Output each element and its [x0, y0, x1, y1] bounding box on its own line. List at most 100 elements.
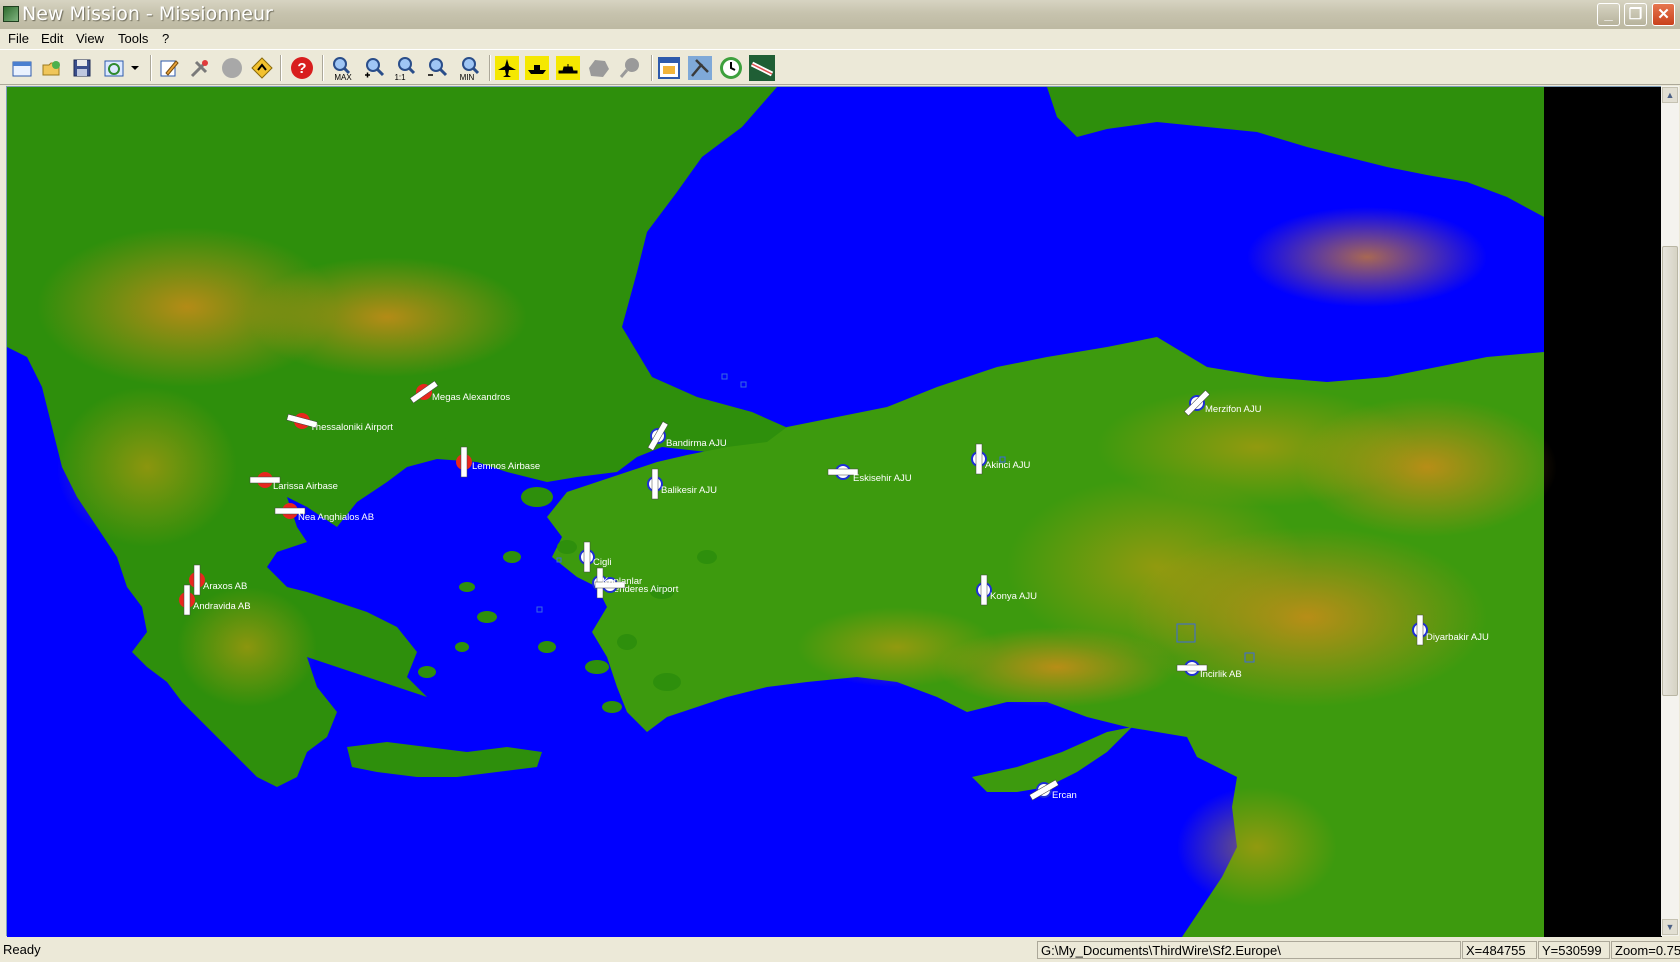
svg-text:?: ? [297, 60, 306, 77]
scroll-up-button[interactable]: ▲ [1662, 87, 1678, 103]
airbase-label: Akinci AJU [985, 460, 1031, 471]
zoom-min-button[interactable]: MIN [455, 55, 481, 81]
map-edge [1544, 87, 1662, 937]
waypoint-button[interactable] [249, 55, 275, 81]
runway-icon [980, 574, 988, 606]
status-x-coordinate: X=484755 [1462, 941, 1537, 959]
airbase-label: Larissa Airbase [273, 481, 338, 492]
ground-unit-button[interactable] [555, 55, 581, 81]
airbase-label: Araxos AB [203, 581, 247, 592]
edit-mission-button[interactable] [156, 55, 182, 81]
zoom-in-button[interactable] [362, 55, 388, 81]
refresh-button[interactable] [101, 55, 127, 81]
dropdown-arrow-icon [131, 66, 139, 70]
aircraft-button[interactable] [494, 55, 520, 81]
menu-edit[interactable]: Edit [41, 31, 63, 46]
open-button[interactable] [39, 55, 65, 81]
airbase-label: Bandirma AJU [666, 438, 727, 449]
status-path: G:\My_Documents\ThirdWire\Sf2.Europe\ [1037, 941, 1461, 959]
close-button[interactable]: ✕ [1652, 3, 1675, 26]
airbase-label: Eskisehir AJU [853, 473, 912, 484]
zoom-min-icon: MIN [460, 57, 480, 81]
help-icon: ? [291, 57, 313, 79]
ground-unit-icon [556, 56, 580, 80]
airbase-label: Merzifon AJU [1205, 404, 1262, 415]
status-y-coordinate: Y=530599 [1538, 941, 1610, 959]
svg-text:1:1: 1:1 [394, 73, 406, 81]
runway-icon [193, 564, 201, 596]
maximize-button[interactable]: ❐ [1624, 3, 1647, 26]
terrain-map[interactable]: Megas Alexandros Thessaloniki Airport Lemn… [7, 87, 1662, 937]
refresh-icon [104, 60, 124, 77]
chevron-up-icon: ▲ [1665, 90, 1675, 100]
title-bar[interactable]: New Mission - Missionneur _ ❐ ✕ [0, 0, 1680, 29]
status-ready: Ready [3, 942, 41, 957]
terrain-icon [749, 55, 775, 81]
weather-button[interactable] [687, 55, 713, 81]
help-button[interactable]: ? [289, 55, 315, 81]
save-disk-icon [73, 59, 91, 77]
minimize-button[interactable]: _ [1597, 3, 1620, 26]
aircraft-icon [495, 56, 519, 80]
zoom-out-button[interactable] [425, 55, 451, 81]
save-button[interactable] [69, 55, 95, 81]
settings-button[interactable] [187, 55, 213, 81]
scroll-thumb[interactable] [1662, 246, 1678, 696]
menu-file[interactable]: File [8, 31, 29, 46]
zoom-max-button[interactable]: MAX [330, 55, 356, 81]
airbase-label: Cigli [593, 557, 611, 568]
clock-icon [720, 57, 742, 79]
weather-icon [688, 56, 712, 80]
menu-tools[interactable]: Tools [118, 31, 148, 46]
svg-text:MIN: MIN [460, 73, 475, 81]
app-icon[interactable] [3, 6, 19, 22]
runway-icon [460, 446, 468, 478]
scroll-down-button[interactable]: ▼ [1662, 919, 1678, 935]
airbase-label: Andravida AB [193, 601, 251, 612]
briefing-button[interactable] [656, 55, 682, 81]
ship-button[interactable] [524, 55, 550, 81]
vertical-scrollbar[interactable]: ▲ ▼ [1661, 86, 1679, 936]
airbase-label: Thessaloniki Airport [310, 422, 393, 433]
airbase-label: Megas Alexandros [432, 392, 510, 403]
runway-icon [183, 584, 191, 616]
airbase-label: Ercan [1052, 790, 1077, 801]
refresh-dropdown[interactable] [128, 55, 142, 81]
chevron-down-icon: ▼ [1665, 922, 1675, 932]
zoom-1-1-button[interactable]: 1:1 [393, 55, 419, 81]
map-view[interactable]: Megas Alexandros Thessaloniki Airport Lemn… [6, 86, 1662, 937]
time-button[interactable] [718, 55, 744, 81]
menu-help[interactable]: ? [162, 31, 169, 46]
menu-bar: File Edit View Tools ? [0, 29, 1680, 49]
menu-view[interactable]: View [76, 31, 104, 46]
airbase-label: Lemnos Airbase [472, 461, 540, 472]
runway-icon [1416, 614, 1424, 646]
airbase-label: Konya AJU [990, 591, 1037, 602]
toolbar-separator [651, 55, 653, 81]
new-file-icon [12, 61, 32, 77]
airbase-label: Incirlik AB [1200, 669, 1242, 680]
settings-icon [190, 60, 208, 78]
circle-button[interactable] [219, 55, 245, 81]
ship-icon [525, 56, 549, 80]
toolbar-separator [322, 55, 324, 81]
circle-icon [222, 58, 242, 78]
restore-icon: ❐ [1628, 6, 1643, 23]
waypoint-icon [251, 57, 273, 79]
status-zoom: Zoom=0.75 [1611, 941, 1680, 959]
svg-text:MAX: MAX [334, 73, 352, 81]
area-button[interactable] [586, 55, 612, 81]
briefing-icon [658, 57, 680, 79]
airbase-label: Diyarbakir AJU [1426, 632, 1489, 643]
zoom-in-icon [365, 58, 385, 78]
toolbar-separator [280, 55, 282, 81]
runway-icon [651, 468, 659, 500]
status-bar: Ready G:\My_Documents\ThirdWire\Sf2.Euro… [0, 938, 1680, 962]
close-icon: ✕ [1657, 6, 1670, 23]
new-button[interactable] [9, 55, 35, 81]
terrain-button[interactable] [749, 55, 775, 81]
toolbar-separator [489, 55, 491, 81]
target-button[interactable] [617, 55, 643, 81]
open-folder-icon [42, 61, 60, 76]
toolbar: ? MAX 1:1 MIN [0, 49, 1680, 85]
